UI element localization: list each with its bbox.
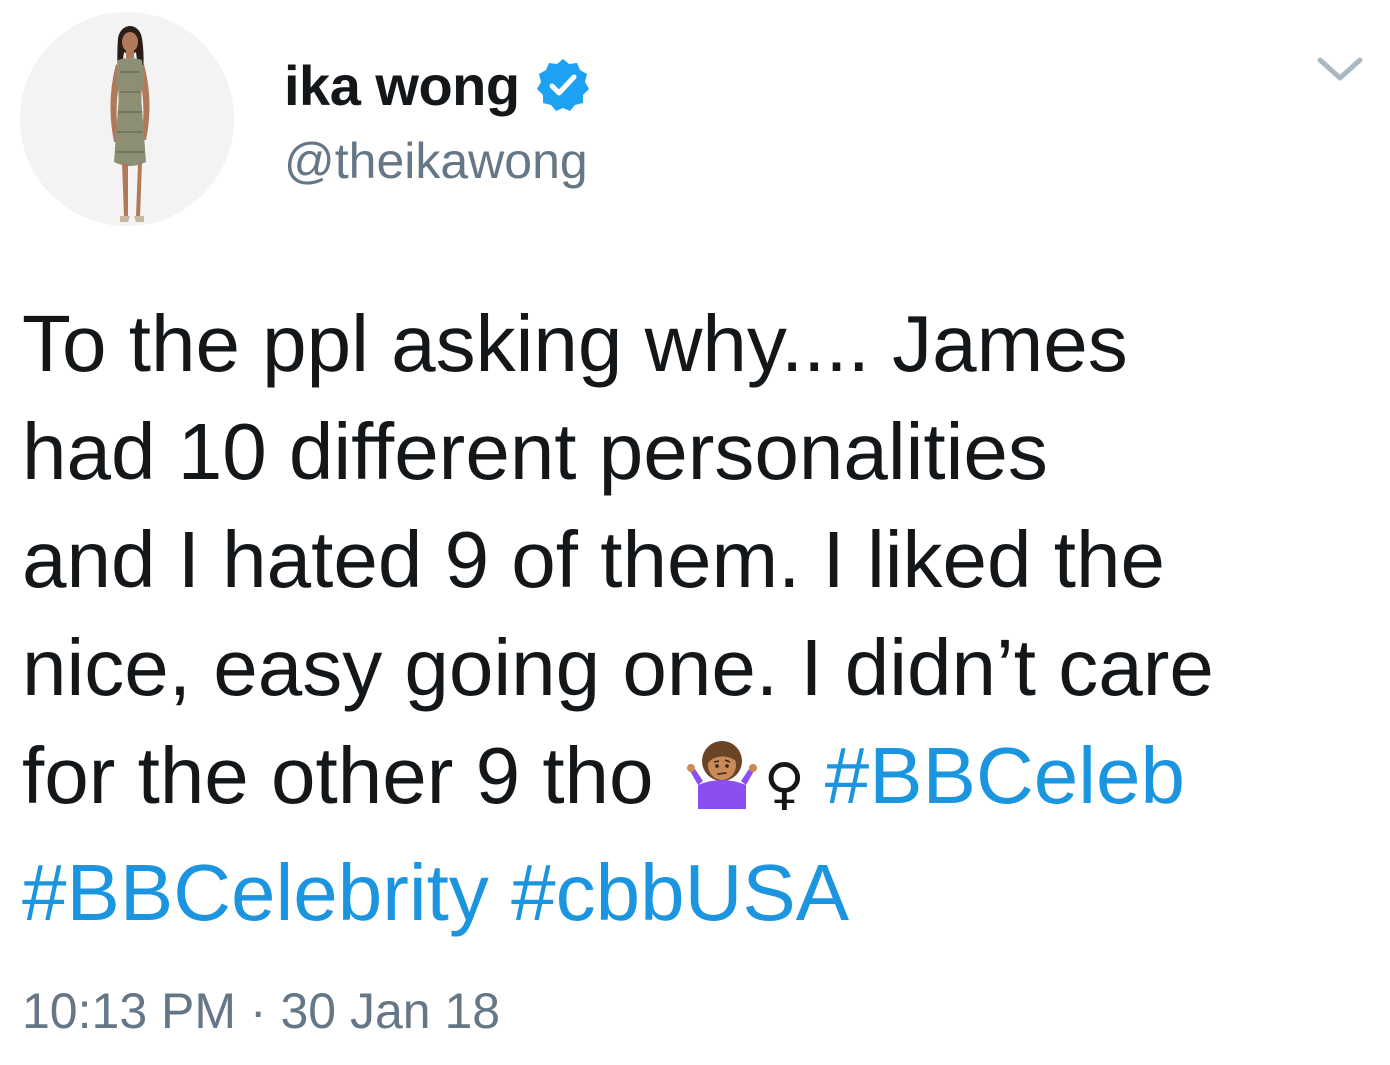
- hashtag-link[interactable]: #BBCelebrity: [22, 848, 489, 937]
- author-handle[interactable]: @theikawong: [284, 132, 588, 190]
- hashtag-link[interactable]: #cbbUSA: [511, 848, 849, 937]
- tweet-time: 10:13 PM: [22, 983, 237, 1039]
- tweet-timestamp[interactable]: 10:13 PM · 30 Jan 18: [22, 982, 500, 1040]
- tweet-line: had 10 different personalities: [22, 407, 1048, 496]
- tweet-line-text: for the other 9 tho: [22, 731, 654, 820]
- meta-separator: ·: [249, 983, 267, 1039]
- verified-badge-icon: [534, 56, 592, 114]
- avatar-person-illustration: [20, 12, 234, 226]
- author-name-row[interactable]: ika wong: [284, 50, 592, 120]
- female-sign: ♀: [763, 752, 805, 817]
- tweet-line: for the other 9 tho ♀ #BBCeleb: [22, 722, 1372, 839]
- display-name[interactable]: ika wong: [284, 53, 520, 118]
- woman-shrugging-icon: [684, 730, 760, 809]
- tweet-line: #BBCelebrity #cbbUSA: [22, 839, 1372, 947]
- tweet-line: nice, easy going one. I didn’t care: [22, 623, 1214, 712]
- tweet-date: 30 Jan 18: [280, 983, 501, 1039]
- hashtag-link[interactable]: #BBCeleb: [825, 731, 1185, 820]
- tweet-line: To the ppl asking why.... James: [22, 299, 1128, 388]
- tweet-line: and I hated 9 of them. I liked the: [22, 515, 1165, 604]
- chevron-down-icon[interactable]: [1316, 52, 1364, 86]
- tweet-text: To the ppl asking why.... James had 10 d…: [22, 290, 1372, 947]
- avatar[interactable]: [20, 12, 234, 226]
- tweet-card: ika wong @theikawong To the ppl asking w…: [0, 0, 1390, 1065]
